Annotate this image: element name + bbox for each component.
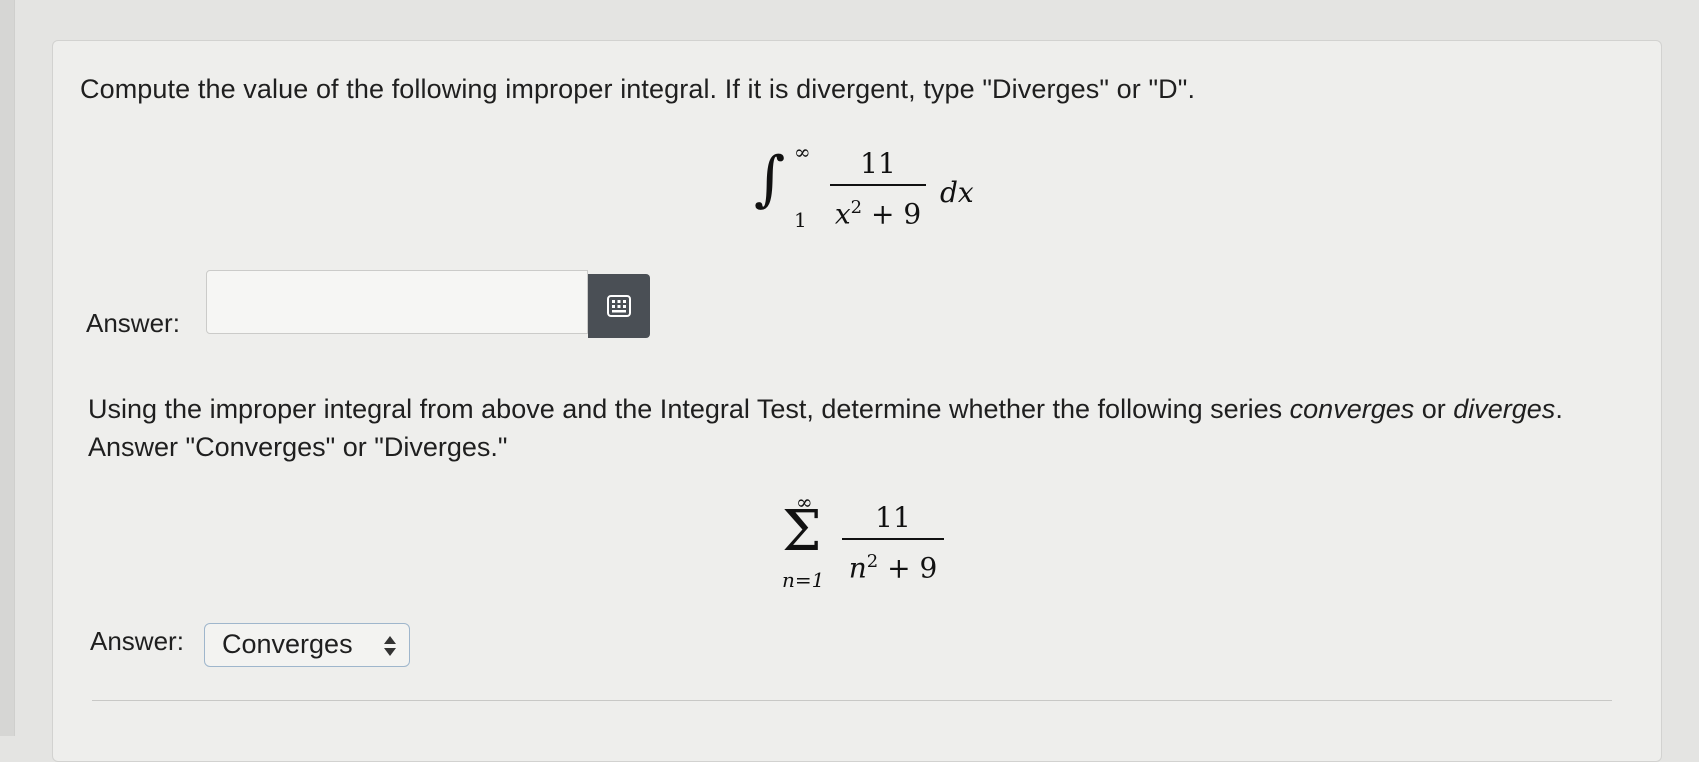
question2-prompt-part2: or [1414,394,1454,424]
answer2-select[interactable]: Converges [204,623,410,667]
keypad-button[interactable] [588,274,650,338]
integral-differential: dx [940,176,974,209]
series-numerator: 11 [875,501,911,534]
series-denominator-variable: n [848,551,867,585]
integral-fraction: 11 x2 + 9 [830,148,926,230]
fraction-bar [830,184,926,186]
series-denominator-rest: + 9 [878,551,938,585]
integral-numerator: 11 [860,147,896,180]
question2-diverges-word: diverges [1453,394,1556,424]
series-lower-limit: n=1 [782,568,825,592]
answer1-label: Answer: [86,308,180,338]
question2-prompt-part1: Using the improper integral from above a… [88,394,1290,424]
integral-expression: ∫ ∞ 1 11 x2 + 9 dx [750,140,1010,240]
answer2-label: Answer: [90,626,184,656]
answer1-input[interactable] [206,270,588,334]
divider [92,700,1612,701]
integral-sign: ∫ [754,144,786,214]
series-denominator-exponent: 2 [866,551,879,572]
integral-denominator: x2 + 9 [830,192,926,230]
denominator-exponent: 2 [850,197,863,218]
series-denominator: n2 + 9 [842,546,944,584]
denominator-variable: x [834,197,851,231]
question2-converges-word: converges [1289,394,1415,424]
keypad-icon [607,295,631,317]
sigma-sign: Σ [782,499,822,564]
series-fraction: 11 n2 + 9 [842,502,944,584]
integral-lower-limit: 1 [794,208,807,232]
select-value: Converges [222,629,353,659]
series-expression: ∞ Σ n=1 11 n2 + 9 [782,490,962,600]
left-edge-strip [0,0,15,736]
sort-arrows-icon [384,636,396,656]
question2-prompt: Using the improper integral from above a… [88,390,1608,466]
integral-upper-limit: ∞ [794,140,811,164]
question1-prompt: Compute the value of the following impro… [80,74,1196,104]
fraction-bar [842,538,944,540]
denominator-rest: + 9 [862,197,922,231]
